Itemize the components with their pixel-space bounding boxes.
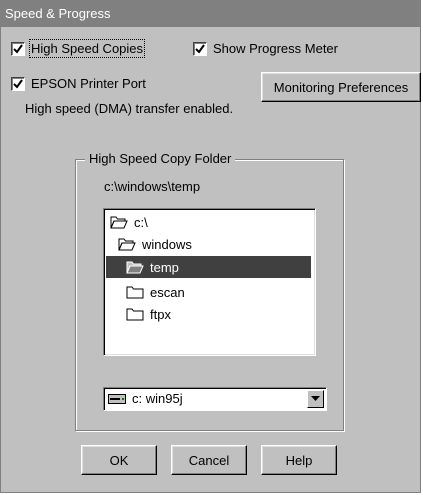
high-speed-copies-option[interactable]: High Speed Copies [11,39,146,58]
cancel-button[interactable]: Cancel [171,445,247,475]
epson-printer-port-label: EPSON Printer Port [31,76,146,91]
drive-select-value: c: win95j [132,391,183,406]
folder-icon [126,286,144,299]
folder-item-escan[interactable]: escan [126,281,185,303]
folder-tree-list[interactable]: c:\ windows temp escan ftpx [103,208,316,356]
checkmark-icon [195,43,205,54]
folder-item-ftpx[interactable]: ftpx [126,303,171,325]
high-speed-copies-label: High Speed Copies [28,39,146,58]
show-progress-meter-option[interactable]: Show Progress Meter [193,41,338,56]
chevron-down-icon [311,396,320,401]
folder-item-label: temp [150,259,179,275]
current-folder-path: c:\windows\temp [104,179,201,194]
folder-item-label: windows [142,236,192,252]
show-progress-meter-label: Show Progress Meter [213,41,338,56]
monitoring-preferences-button[interactable]: Monitoring Preferences [261,72,421,102]
epson-printer-port-checkbox[interactable] [11,76,25,91]
folder-item-windows[interactable]: windows [118,233,192,255]
open-folder-icon [118,238,136,251]
show-progress-meter-checkbox[interactable] [193,41,207,56]
checkmark-icon [13,43,23,54]
folder-item-label: ftpx [150,306,171,322]
copy-folder-group-title: High Speed Copy Folder [85,151,236,166]
open-folder-icon [126,261,144,274]
checkmark-icon [13,78,23,89]
open-folder-icon [110,216,128,229]
dma-status-text: High speed (DMA) transfer enabled. [25,101,234,116]
ok-button[interactable]: OK [81,445,157,475]
high-speed-copies-checkbox[interactable] [11,41,25,56]
epson-printer-port-option[interactable]: EPSON Printer Port [11,76,146,91]
dialog-window: Speed & Progress High Speed Copies Show … [0,0,421,493]
help-button[interactable]: Help [261,445,337,475]
drive-select[interactable]: c: win95j [103,387,327,411]
drive-icon [108,394,126,404]
drive-dropdown-button[interactable] [307,390,324,408]
folder-item-temp[interactable]: temp [106,256,311,278]
folder-item-label: escan [150,284,185,300]
folder-item-c[interactable]: c:\ [110,211,148,233]
folder-item-label: c:\ [134,214,148,230]
title-bar: Speed & Progress [1,1,420,27]
folder-icon [126,308,144,321]
